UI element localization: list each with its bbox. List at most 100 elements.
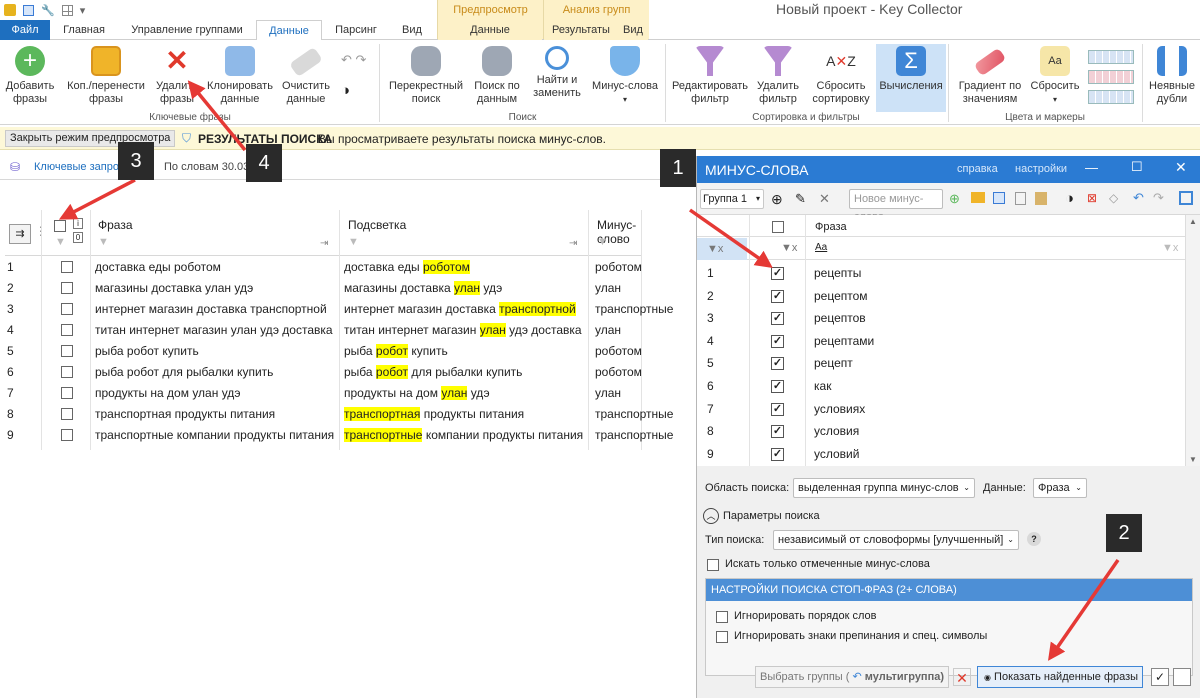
column-header-highlight[interactable]: Подсветка bbox=[348, 218, 406, 232]
table-row[interactable]: 2 магазины доставка улан удэ магазины дост… bbox=[5, 278, 641, 299]
wrench-icon[interactable]: 🔧 bbox=[41, 4, 55, 17]
unchecked-toggle-icon[interactable] bbox=[1173, 668, 1191, 686]
row-checkbox[interactable] bbox=[61, 366, 73, 378]
add-phrases-button[interactable]: + Добавить фразы bbox=[2, 46, 58, 106]
filter-icon[interactable]: ▼ bbox=[55, 236, 66, 248]
table-row[interactable]: 1 доставка еды роботом доставка еды робото… bbox=[5, 257, 642, 278]
checked-checkbox[interactable]: ✓ bbox=[771, 402, 784, 416]
list-item[interactable]: 2 ✓ рецептом bbox=[697, 285, 1185, 308]
table-row[interactable]: 5 рыба робот купить рыба робот купить робот… bbox=[5, 341, 642, 362]
new-minus-word-input[interactable]: Новое минус-слово bbox=[849, 189, 943, 223]
calculations-button[interactable]: Σ Вычисления bbox=[876, 44, 946, 112]
area-select[interactable]: выделенная группа минус-слов ⌄ bbox=[793, 478, 975, 498]
tab-analysis-view[interactable]: Вид bbox=[618, 20, 648, 40]
filter-icon[interactable]: ▼ bbox=[348, 236, 359, 248]
list-item[interactable]: 5 ✓ рецепт bbox=[697, 352, 1185, 375]
column-header-phrase[interactable]: Фраза bbox=[815, 221, 847, 233]
table-row[interactable]: 7 продукты на дом улан удэ продукты на дом… bbox=[5, 383, 641, 404]
tab-preview-data[interactable]: Данные bbox=[438, 20, 542, 40]
save-icon[interactable] bbox=[23, 4, 34, 16]
list-item[interactable]: 4 ✓ рецептами bbox=[697, 330, 1185, 353]
undo-redo-icons[interactable]: ↶ ↷ bbox=[341, 52, 366, 68]
cross-search-button[interactable]: Перекрестный поиск bbox=[384, 46, 468, 106]
tab-parsing[interactable]: Парсинг bbox=[330, 20, 382, 40]
clear-icon[interactable]: ⊠ bbox=[1087, 191, 1097, 205]
select-groups-button[interactable]: Выбрать группы ( ↶ мультигруппа) bbox=[755, 666, 949, 688]
copy-move-button[interactable]: Коп./перенести фразы bbox=[60, 46, 152, 106]
close-icon[interactable]: ✕ bbox=[1175, 159, 1187, 176]
pin-icon[interactable]: ⇥ bbox=[320, 238, 328, 249]
reset-sort-button[interactable]: A✕Z Сбросить сортировку bbox=[806, 46, 876, 106]
list-item[interactable]: 7 ✓ условиях bbox=[697, 398, 1185, 421]
chevron-up-icon[interactable]: ▲ bbox=[1189, 217, 1197, 226]
only-checked-checkbox[interactable] bbox=[707, 559, 719, 571]
list-item[interactable]: 8 ✓ условия bbox=[697, 420, 1185, 443]
settings-link[interactable]: настройки bbox=[1015, 163, 1067, 175]
tab-results[interactable]: Результаты bbox=[544, 20, 618, 40]
contrast-icon[interactable]: ◑ bbox=[1065, 190, 1074, 207]
delete-filter-button[interactable]: Удалить фильтр bbox=[752, 46, 804, 106]
row-checkbox[interactable] bbox=[61, 408, 73, 420]
pin-icon[interactable]: ⇥ bbox=[569, 238, 577, 249]
delete-phrases-button[interactable]: ✕ Удалить фразы bbox=[150, 46, 204, 106]
redo-icon[interactable]: ↷ bbox=[1153, 190, 1164, 206]
help-icon[interactable]: ? bbox=[1027, 532, 1041, 546]
maximize-icon[interactable]: ☐ bbox=[1131, 159, 1143, 175]
implicit-duplicates-button[interactable]: Неявные дубли bbox=[1146, 46, 1198, 106]
save-icon[interactable] bbox=[993, 192, 1005, 204]
column-chooser-icon[interactable]: ⇉ bbox=[9, 224, 31, 244]
add-icon[interactable]: ⊕ bbox=[949, 191, 960, 207]
minimize-icon[interactable]: — bbox=[1085, 160, 1098, 175]
table-row[interactable]: 9 транспортные компании продукты питания т… bbox=[5, 425, 673, 446]
clear-filter-icon[interactable]: ▼x bbox=[1162, 242, 1178, 254]
row-checkbox[interactable] bbox=[61, 387, 73, 399]
show-found-button[interactable]: ◉ Показать найденные фразы bbox=[977, 666, 1143, 688]
checked-toggle-icon[interactable]: ✓ bbox=[1151, 668, 1169, 686]
checked-checkbox[interactable]: ✓ bbox=[771, 380, 784, 393]
clone-data-button[interactable]: Клонировать данные bbox=[206, 46, 274, 106]
search-data-button[interactable]: Поиск по данным bbox=[468, 46, 526, 106]
table-row[interactable]: 8 транспортная продукты питания транспортн… bbox=[5, 404, 673, 425]
edit-filter-button[interactable]: Редактировать фильтр bbox=[668, 46, 752, 106]
case-filter-icon[interactable]: Aa bbox=[815, 242, 827, 253]
folder-icon[interactable] bbox=[971, 192, 985, 203]
table-row[interactable]: 4 титан интернет магазин улан удэ доставк… bbox=[5, 320, 641, 341]
table-row[interactable]: 6 рыба робот для рыбалки купить рыба робот… bbox=[5, 362, 642, 383]
row-checkbox[interactable] bbox=[61, 282, 73, 294]
add-icon[interactable]: ⊕ bbox=[771, 191, 783, 208]
undo-icon[interactable]: ↶ bbox=[1133, 190, 1144, 206]
checked-checkbox[interactable]: ✓ bbox=[771, 447, 784, 461]
select-all-checkbox[interactable] bbox=[772, 221, 784, 233]
tab-main[interactable]: Главная bbox=[58, 20, 110, 40]
clear-groups-icon[interactable]: ✕ bbox=[953, 668, 971, 686]
checked-checkbox[interactable]: ✓ bbox=[771, 267, 784, 280]
eraser-icon[interactable]: ◇ bbox=[1109, 191, 1118, 205]
gradient-button[interactable]: Градиент по значениям bbox=[952, 46, 1028, 106]
color-marker-grid-icon[interactable] bbox=[1088, 50, 1134, 64]
tab-data[interactable]: Данные bbox=[256, 20, 322, 41]
clear-data-button[interactable]: Очистить данные bbox=[276, 46, 336, 106]
table-row[interactable]: 3 интернет магазин доставка транспортной и… bbox=[5, 299, 673, 320]
table-icon[interactable] bbox=[61, 4, 73, 16]
help-link[interactable]: справка bbox=[957, 163, 998, 175]
tab-view[interactable]: Вид bbox=[394, 20, 430, 40]
collapse-icon[interactable]: ︿ bbox=[703, 508, 719, 524]
search-type-select[interactable]: независимый от словоформы [улучшенный] ⌄ bbox=[773, 530, 1019, 550]
checked-checkbox[interactable]: ✓ bbox=[771, 334, 784, 348]
group-select[interactable]: Группа 1 ▾ bbox=[700, 189, 764, 209]
checked-checkbox[interactable]: ✓ bbox=[771, 357, 784, 371]
data-select[interactable]: Фраза ⌄ bbox=[1033, 478, 1087, 498]
filter-icon[interactable]: ▼ bbox=[98, 236, 109, 248]
contrast-icon[interactable]: ◑ bbox=[341, 82, 350, 99]
row-checkbox[interactable] bbox=[61, 429, 73, 441]
select-all-checkbox[interactable] bbox=[54, 220, 66, 232]
checked-checkbox[interactable]: ✓ bbox=[771, 312, 784, 326]
scrollbar[interactable]: ▲ ▼ bbox=[1185, 215, 1200, 466]
row-checkbox[interactable] bbox=[61, 303, 73, 315]
tab-by-words[interactable]: По словам 30.03 bbox=[164, 161, 249, 173]
list-item[interactable]: 9 ✓ условий bbox=[697, 443, 1185, 466]
ignore-punct-checkbox[interactable] bbox=[716, 631, 728, 643]
paste-icon[interactable] bbox=[1035, 192, 1047, 205]
checked-checkbox[interactable]: ✓ bbox=[771, 425, 784, 439]
tab-groups[interactable]: Управление группами bbox=[122, 20, 252, 40]
